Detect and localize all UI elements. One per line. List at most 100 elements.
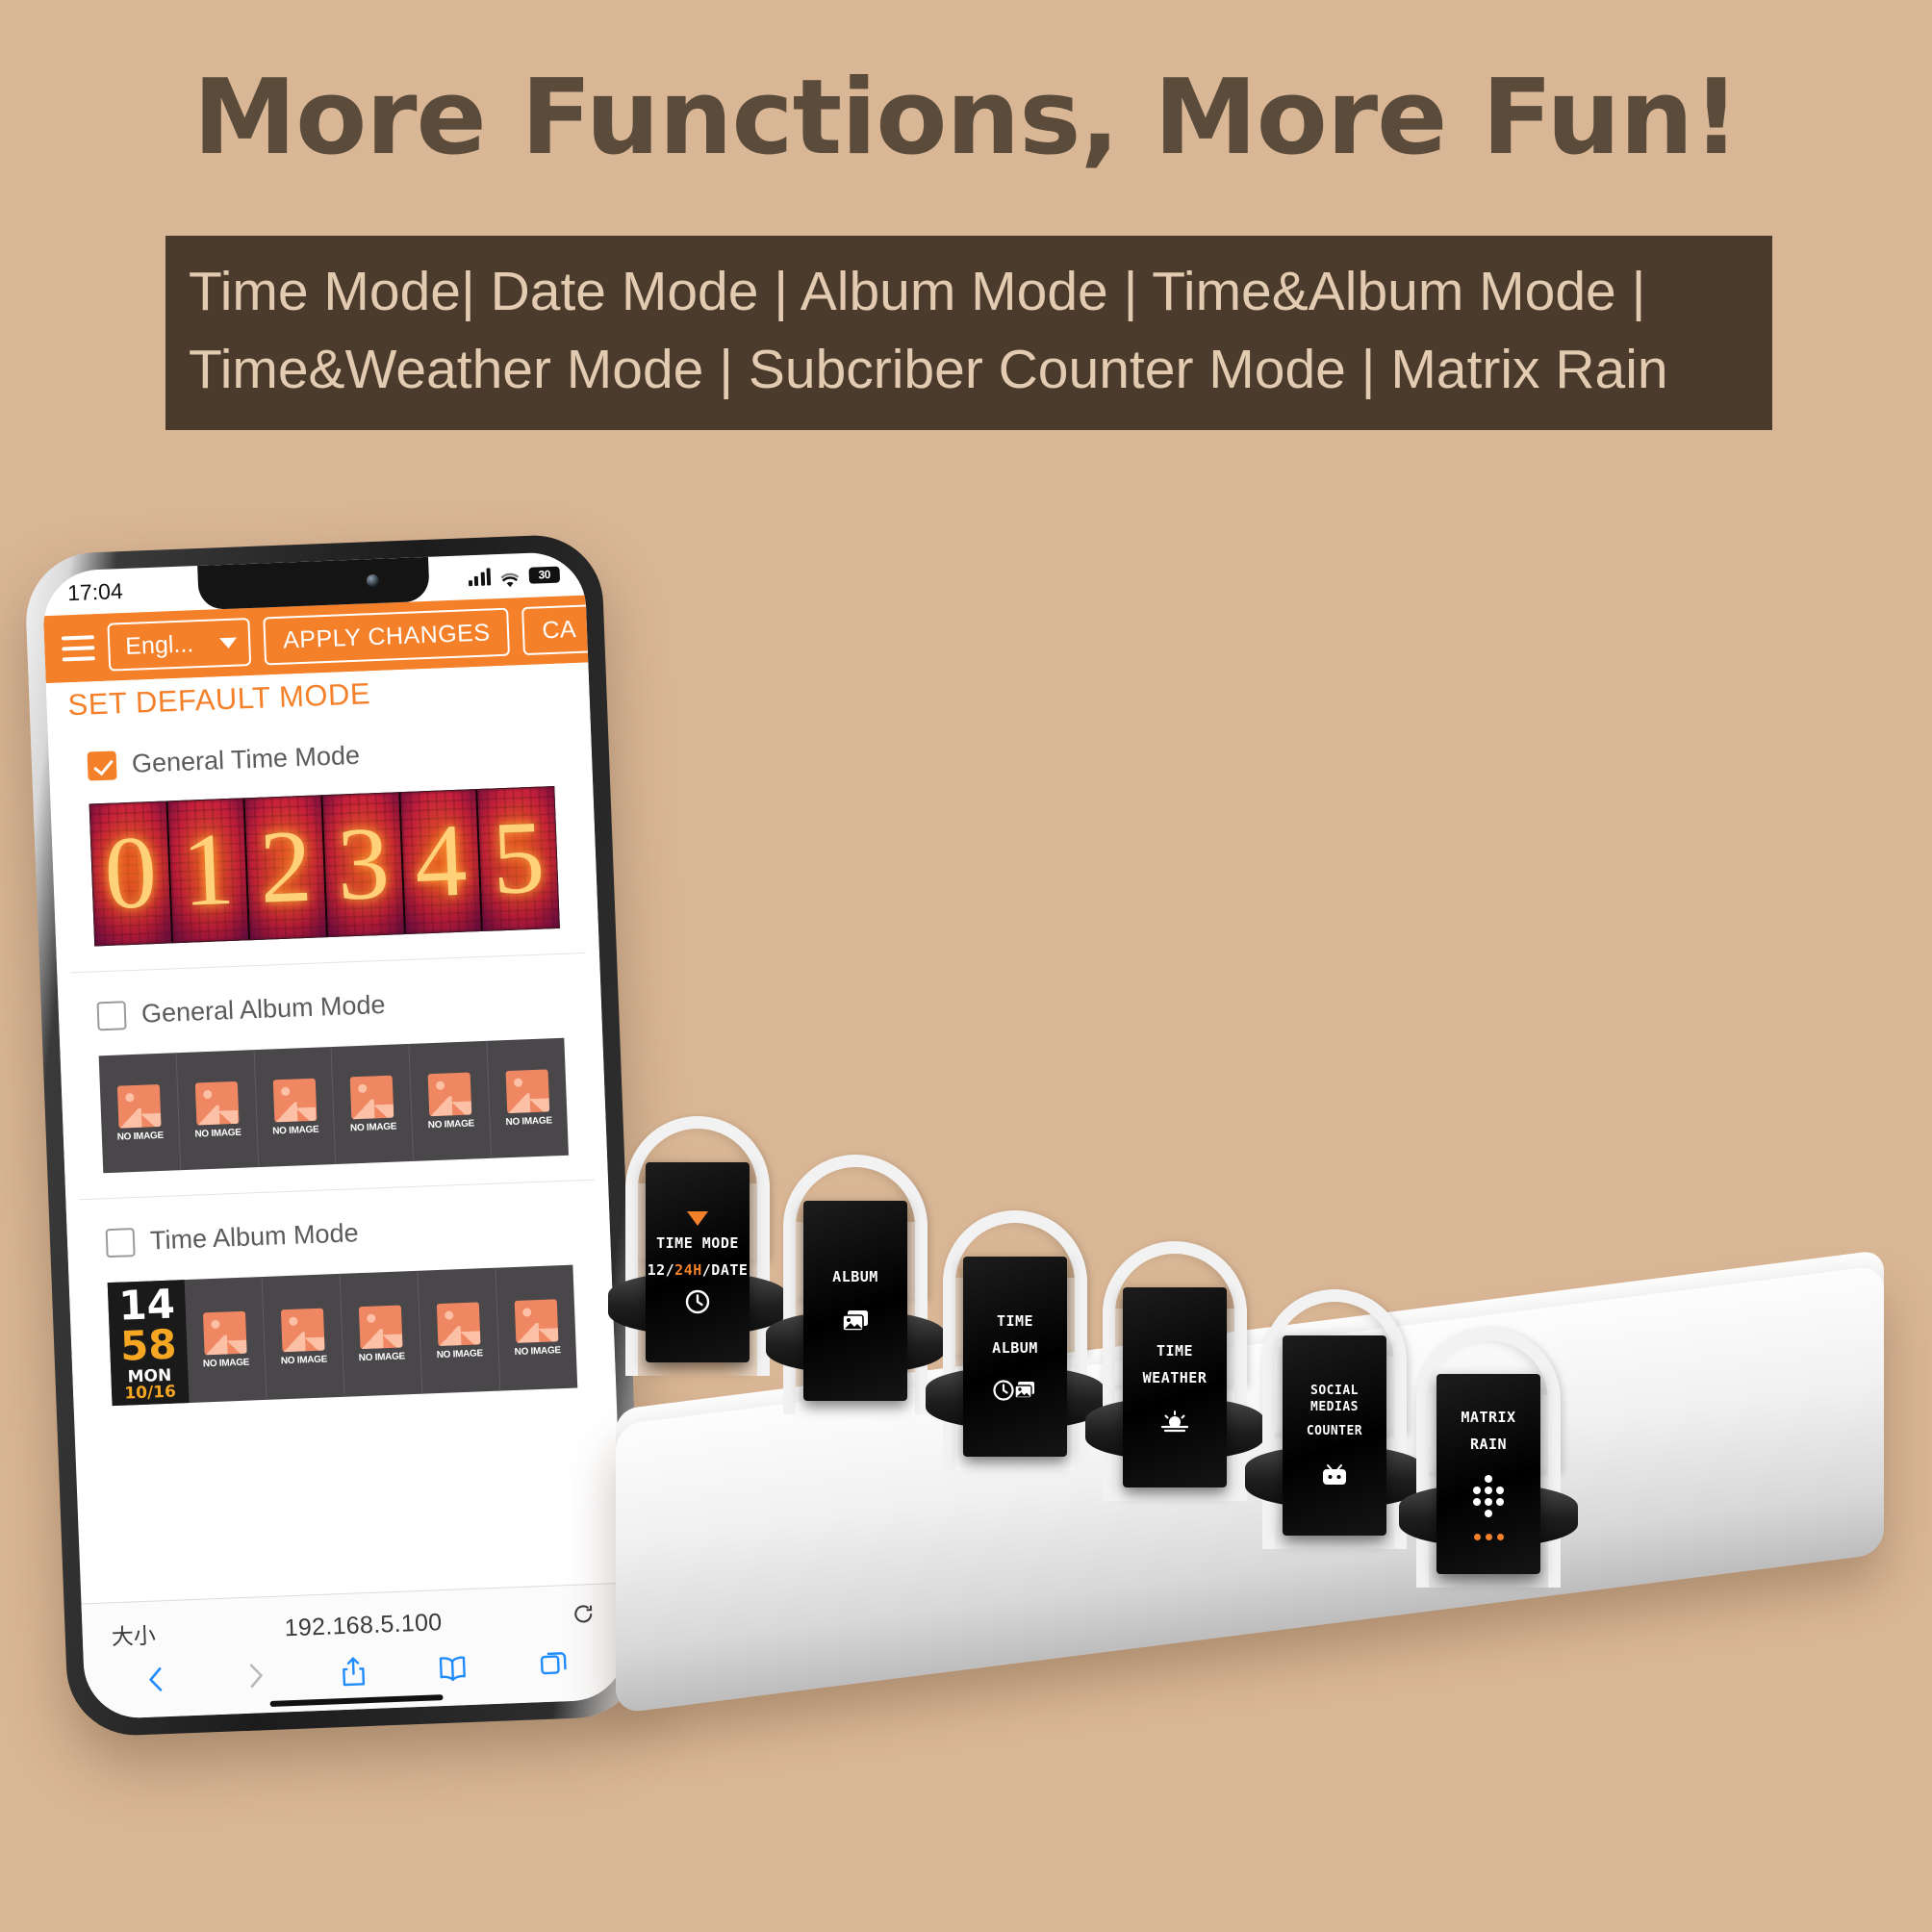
time-album-preview: 14 58 MON 10/16 NO IMAGE NO IMAGE NO IMA… [107, 1264, 578, 1407]
mode-label-general-time: General Time Mode [131, 740, 361, 778]
tube-display-panel: MATRIX RAIN [1436, 1374, 1540, 1574]
page-title: More Functions, More Fun! [192, 58, 1741, 178]
nixie-cell: 0 [89, 801, 173, 946]
no-image-label: NO IMAGE [272, 1124, 319, 1136]
clock-minute: 58 [119, 1319, 178, 1370]
cellular-signal-icon [468, 568, 492, 587]
sunrise-icon [1158, 1409, 1191, 1434]
clock-hour: 14 [117, 1280, 176, 1330]
mode-row-general-time: General Time Mode 0 1 2 3 4 5 [47, 702, 598, 947]
phone-notch [197, 556, 430, 611]
no-image-label: NO IMAGE [202, 1357, 250, 1369]
safari-bottom-bar: 大小 192.168.5.100 [81, 1582, 628, 1720]
language-select[interactable]: Engl... [107, 618, 252, 672]
no-image-label: NO IMAGE [505, 1114, 552, 1128]
chevron-down-icon [219, 637, 238, 648]
nixie-cell: 2 [244, 796, 329, 940]
mode-list-banner: Time Mode| Date Mode | Album Mode | Time… [165, 236, 1772, 430]
mode-row-time-album: Time Album Mode 14 58 MON 10/16 NO IMAGE… [65, 1180, 616, 1407]
photos-stack-icon [841, 1309, 870, 1334]
tube-label-line-2: RAIN [1469, 1436, 1508, 1453]
no-image-label: NO IMAGE [349, 1121, 397, 1133]
tube-label-line-1: SOCIAL MEDIAS [1310, 1383, 1359, 1414]
clock-date: 10/16 [123, 1382, 177, 1404]
tube-display-panel: TIME MODE 12/24H/DATE [646, 1162, 750, 1362]
tube-label-line-2: 12/24H/DATE [647, 1261, 749, 1279]
nixie-digit: 2 [257, 808, 315, 926]
album-preview: NO IMAGE NO IMAGE NO IMAGE NO IMAGE NO I… [98, 1037, 569, 1174]
text-size-button[interactable]: 大小 [111, 1617, 156, 1652]
clock-photo-icon [993, 1379, 1037, 1402]
status-leds-icon [1473, 1533, 1504, 1540]
triangle-down-icon [687, 1210, 708, 1226]
mode-list-line-2: Time&Weather Mode | Subcriber Counter Mo… [189, 338, 1668, 400]
tube-display-panel: TIME WEATHER [1123, 1287, 1227, 1487]
tube-label-line-1: TIME MODE [656, 1233, 739, 1252]
status-bar-clock: 17:04 [66, 577, 124, 605]
nixie-cell: 4 [400, 790, 484, 934]
mode-label-general-album: General Album Mode [140, 989, 387, 1029]
no-image-icon [436, 1301, 481, 1346]
album-cell: NO IMAGE [98, 1053, 182, 1174]
album-cell: NO IMAGE [184, 1277, 267, 1404]
album-cell: NO IMAGE [331, 1043, 415, 1164]
clock-icon [685, 1289, 710, 1314]
battery-icon: 30 [528, 566, 561, 584]
album-cell: NO IMAGE [254, 1047, 337, 1168]
nixie-cell: 5 [477, 787, 559, 930]
no-image-label: NO IMAGE [116, 1130, 165, 1143]
nixie-digit: 3 [335, 805, 392, 923]
mode-list-line-1: Time Mode| Date Mode | Album Mode | Time… [189, 261, 1646, 322]
tube-label-line-2: WEATHER [1142, 1369, 1208, 1386]
no-image-label: NO IMAGE [427, 1117, 475, 1131]
nixie-digit-preview: 0 1 2 3 4 5 [89, 785, 560, 947]
hamburger-menu-icon[interactable] [61, 635, 95, 662]
no-image-icon [350, 1075, 394, 1119]
album-cell: NO IMAGE [418, 1267, 501, 1394]
no-image-icon [505, 1068, 550, 1113]
checkbox-time-album-mode[interactable] [105, 1227, 136, 1258]
no-image-icon [358, 1304, 403, 1349]
no-image-icon [116, 1083, 162, 1129]
bilibili-tv-icon [1320, 1462, 1349, 1487]
tube-label-line-1: TIME [1156, 1341, 1194, 1360]
no-image-icon [514, 1298, 559, 1343]
album-cell: NO IMAGE [340, 1270, 423, 1397]
no-image-label: NO IMAGE [436, 1347, 484, 1360]
album-cell: NO IMAGE [262, 1273, 345, 1400]
cancel-button[interactable]: CA [521, 604, 597, 656]
album-cell: NO IMAGE [409, 1040, 493, 1161]
no-image-icon [427, 1072, 472, 1116]
address-bar-url[interactable]: 192.168.5.100 [155, 1603, 572, 1647]
no-image-icon [202, 1310, 247, 1355]
book-icon[interactable] [437, 1651, 469, 1685]
tube-label-line-1: ALBUM [832, 1267, 878, 1285]
chevron-right-icon [240, 1659, 269, 1692]
phone-screen: 17:04 30 Engl... APPLY CHANGES CA SET DE… [41, 550, 628, 1720]
nixie-digit: 5 [490, 800, 547, 917]
checkbox-general-time-mode[interactable] [87, 750, 117, 781]
language-select-value: Engl... [124, 629, 194, 660]
nixie-digit: 1 [180, 811, 237, 928]
tabs-icon[interactable] [537, 1647, 569, 1681]
clock-preview-cell: 14 58 MON 10/16 [107, 1280, 190, 1407]
tube-display-panel: SOCIAL MEDIAS COUNTER [1283, 1335, 1386, 1536]
nixie-digit: 0 [102, 814, 159, 931]
share-icon[interactable] [339, 1655, 369, 1689]
chevron-left-icon[interactable] [141, 1663, 171, 1696]
status-bar-indicators: 30 [468, 566, 561, 587]
no-image-icon [280, 1308, 325, 1352]
album-cell: NO IMAGE [176, 1050, 259, 1171]
reload-icon[interactable] [571, 1600, 597, 1633]
nixie-digit: 4 [412, 802, 470, 920]
no-image-label: NO IMAGE [280, 1353, 328, 1366]
tube-label-line-1: MATRIX [1461, 1408, 1516, 1426]
no-image-label: NO IMAGE [514, 1344, 562, 1358]
apply-changes-button[interactable]: APPLY CHANGES [263, 607, 511, 666]
nixie-cell: 1 [167, 799, 251, 943]
tube-label-line-2: COUNTER [1306, 1424, 1363, 1439]
dot-matrix-icon [1473, 1474, 1504, 1517]
front-camera-icon [366, 573, 380, 588]
album-cell: NO IMAGE [496, 1265, 577, 1391]
checkbox-general-album-mode[interactable] [96, 1000, 127, 1030]
